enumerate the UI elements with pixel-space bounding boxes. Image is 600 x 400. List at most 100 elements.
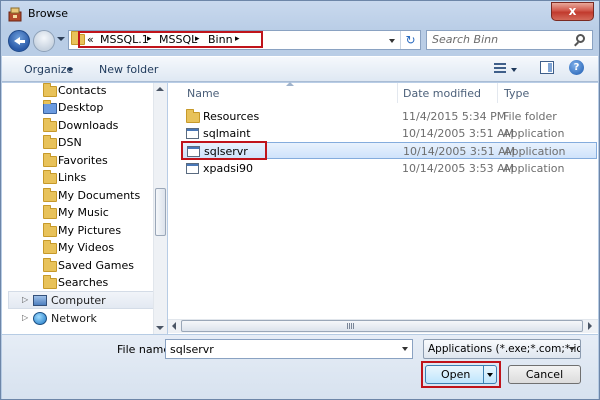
nav-item-saved-games[interactable]: Saved Games [1, 257, 151, 274]
scroll-grip-icon [347, 323, 355, 329]
organize-chevron-down-icon[interactable] [67, 68, 73, 72]
preview-pane-icon[interactable] [540, 61, 554, 74]
nav-item-label: My Music [58, 206, 109, 219]
nav-item-downloads[interactable]: Downloads [1, 117, 151, 134]
nav-item-links[interactable]: Links [1, 169, 151, 186]
navigation-scroll-thumb[interactable] [155, 188, 166, 236]
back-button[interactable] [8, 30, 30, 52]
column-divider[interactable] [497, 83, 498, 103]
file-type: Application [503, 162, 565, 175]
folder-icon [43, 118, 57, 132]
nav-item-my-music[interactable]: My Music [1, 204, 151, 221]
file-row-resources[interactable]: Resources 11/4/2015 5:34 PM File folder [181, 108, 597, 125]
file-date: 11/4/2015 5:34 PM [402, 110, 507, 123]
folder-icon [186, 109, 200, 123]
computer-icon [33, 295, 47, 306]
sort-ascending-icon [286, 82, 294, 86]
new-folder-button[interactable]: New folder [99, 63, 158, 76]
nav-item-label: Searches [58, 276, 109, 289]
application-icon [186, 163, 199, 174]
expand-arrow-icon[interactable]: ▷ [22, 295, 28, 304]
file-name: Resources [203, 110, 260, 123]
scroll-up-icon[interactable] [156, 87, 164, 91]
nav-item-label: My Documents [58, 189, 141, 202]
file-name: sqlmaint [203, 127, 251, 140]
folder-icon [43, 170, 57, 184]
scroll-right-icon[interactable] [588, 322, 592, 330]
file-date: 10/14/2005 3:51 AM [402, 127, 515, 140]
application-icon [186, 128, 199, 139]
nav-item-dsn[interactable]: DSN [1, 134, 151, 151]
file-date: 10/14/2005 3:53 AM [402, 162, 515, 175]
folder-icon [43, 240, 57, 254]
folder-icon [43, 258, 57, 272]
search-placeholder: Search Binn [432, 33, 499, 46]
refresh-icon[interactable]: ↻ [400, 31, 420, 49]
search-icon[interactable] [576, 34, 585, 43]
folder-icon [43, 188, 57, 202]
help-icon[interactable]: ? [569, 60, 584, 75]
column-header-type[interactable]: Type [504, 87, 529, 107]
recent-pages-chevron-down-icon[interactable] [57, 37, 65, 41]
view-options-chevron-down-icon[interactable] [511, 68, 517, 72]
forward-button[interactable] [33, 30, 55, 52]
folder-icon [43, 223, 57, 237]
nav-item-label: Desktop [58, 101, 104, 114]
nav-item-desktop[interactable]: Desktop [1, 99, 151, 116]
scroll-down-icon[interactable] [156, 326, 164, 330]
change-view-icon[interactable] [494, 63, 506, 73]
expand-arrow-icon[interactable]: ▷ [22, 313, 28, 322]
nav-item-label: Downloads [58, 119, 119, 132]
file-name-chevron-down-icon[interactable] [402, 347, 408, 351]
cancel-button[interactable]: Cancel [508, 365, 581, 384]
command-toolbar [2, 56, 598, 82]
column-header-name[interactable]: Name [187, 87, 219, 107]
add-program-icon [8, 7, 22, 22]
nav-item-label: Favorites [58, 154, 108, 167]
file-date: 10/14/2005 3:51 AM [403, 145, 516, 158]
browse-dialog: Browse x « MSSQL.1 ▸ MSSQL ▸ Binn ▸ ↻ Se… [0, 0, 600, 400]
nav-item-my-videos[interactable]: My Videos [1, 239, 151, 256]
nav-item-label: My Pictures [58, 224, 122, 237]
nav-item-label: My Videos [58, 241, 115, 254]
organize-button[interactable]: Organize [24, 63, 73, 76]
column-header-date[interactable]: Date modified [403, 87, 481, 107]
file-row-xpadsi90[interactable]: xpadsi90 10/14/2005 3:53 AM Application [181, 160, 597, 177]
window-title: Browse [28, 7, 69, 20]
folder-icon [43, 83, 57, 97]
nav-item-favorites[interactable]: Favorites [1, 152, 151, 169]
column-divider[interactable] [397, 83, 398, 103]
folder-icon [43, 135, 57, 149]
folder-icon [43, 205, 57, 219]
address-annotation-box [78, 31, 263, 48]
nav-item-my-pictures[interactable]: My Pictures [1, 222, 151, 239]
folder-icon [43, 153, 57, 167]
horizontal-scroll-thumb[interactable] [181, 320, 583, 332]
nav-item-my-documents[interactable]: My Documents [1, 187, 151, 204]
file-annotation-box [181, 141, 267, 160]
file-type-chevron-down-icon[interactable] [569, 347, 575, 351]
nav-item-label: DSN [58, 136, 82, 149]
nav-item-label: Links [58, 171, 87, 184]
file-type: Application [504, 145, 566, 158]
file-type: Application [503, 127, 565, 140]
file-name-input[interactable]: sqlservr [165, 339, 413, 359]
folder-icon [43, 275, 57, 289]
nav-item-network[interactable]: Network [51, 312, 97, 325]
file-row-sqlmaint[interactable]: sqlmaint 10/14/2005 3:51 AM Application [181, 125, 597, 142]
network-icon [33, 312, 47, 325]
nav-item-searches[interactable]: Searches [1, 274, 151, 291]
nav-item-label: Saved Games [58, 259, 134, 272]
file-type: File folder [503, 110, 557, 123]
open-annotation-box [421, 361, 501, 388]
file-name: xpadsi90 [203, 162, 253, 175]
scroll-left-icon[interactable] [172, 322, 176, 330]
title-bar [1, 1, 599, 27]
close-button[interactable]: x [551, 2, 594, 21]
desktop-icon [43, 100, 57, 114]
nav-item-label: Contacts [58, 84, 107, 97]
address-history-chevron-down-icon[interactable] [389, 39, 395, 43]
nav-item-label: Computer [51, 294, 106, 307]
nav-item-contacts[interactable]: Contacts [1, 82, 151, 99]
file-type-select[interactable]: Applications (*.exe;*.com;*.icd) [423, 339, 581, 359]
